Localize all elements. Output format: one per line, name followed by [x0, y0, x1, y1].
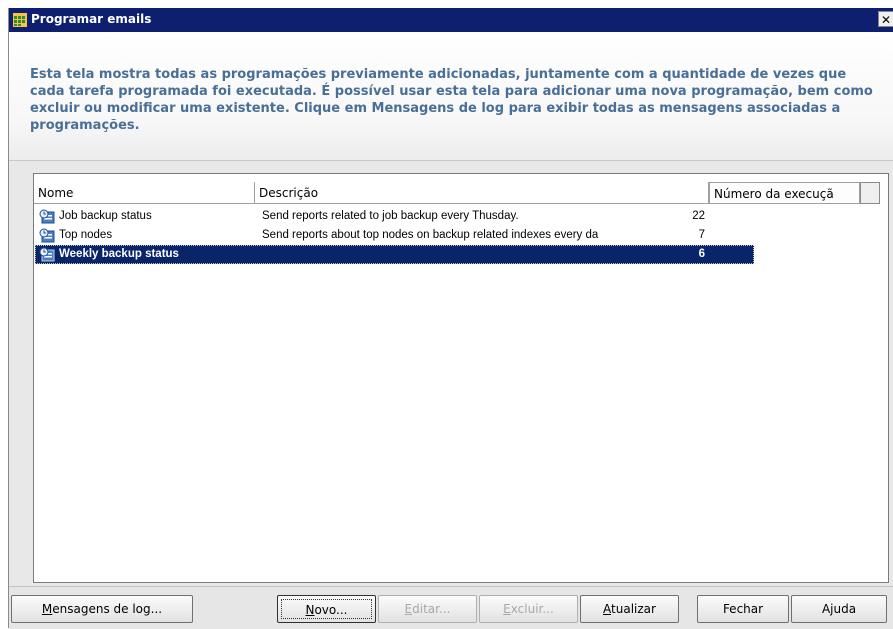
delete-button-label: xcluir...	[510, 602, 554, 616]
help-button[interactable]: Ajuda	[791, 595, 887, 623]
row-description: Send reports about top nodes on backup r…	[262, 229, 599, 241]
new-button[interactable]: Novo...	[277, 595, 376, 623]
list-header: Nome Descrição Número da execuçã	[34, 182, 888, 204]
banner-description: Esta tela mostra todas as programações p…	[30, 67, 873, 133]
refresh-button-mnemonic: A	[603, 602, 612, 616]
list-item-selected[interactable]: Weekly backup status 6	[35, 245, 754, 264]
scheduled-email-icon	[39, 228, 55, 243]
edit-button-mnemonic: E	[404, 602, 413, 616]
row-name: Weekly backup status	[59, 248, 179, 260]
row-run-count: 22	[692, 210, 705, 222]
list-item[interactable]: Job backup status Send reports related t…	[35, 207, 735, 226]
log-messages-button[interactable]: Mensagens de log...	[11, 595, 193, 623]
log-messages-button-mnemonic: M	[41, 602, 53, 616]
row-run-count: 7	[698, 229, 705, 241]
refresh-button[interactable]: Atualizar	[580, 595, 679, 623]
row-name: Top nodes	[59, 229, 113, 241]
edit-button-label: ditar...	[412, 602, 451, 616]
row-name: Job backup status	[59, 210, 152, 222]
calendar-grid-icon	[13, 13, 27, 27]
close-icon[interactable]: ✕	[878, 11, 893, 27]
column-header-run-count[interactable]: Número da execuçã	[709, 182, 860, 204]
delete-button-mnemonic: E	[503, 602, 511, 616]
scheduled-email-icon	[39, 209, 55, 224]
log-messages-button-label: ensagens de log...	[52, 602, 163, 616]
new-button-focus: Novo...	[281, 599, 372, 619]
close-button[interactable]: Fechar	[697, 595, 789, 623]
row-description: Send reports related to job backup every…	[262, 210, 519, 222]
column-header-description[interactable]: Descrição	[255, 182, 709, 204]
delete-button[interactable]: Excluir...	[479, 595, 578, 623]
button-bar: Mensagens de log... Novo... Editar... Ex…	[9, 586, 893, 629]
row-run-count: 6	[698, 248, 705, 260]
edit-button[interactable]: Editar...	[378, 595, 477, 623]
title-bar[interactable]: Programar emails ✕	[9, 8, 893, 32]
new-button-label: ovo...	[314, 603, 348, 617]
schedules-list[interactable]: Nome Descrição Número da execuçã Job bac…	[33, 173, 889, 583]
column-header-filler	[860, 182, 880, 204]
refresh-button-label: tualizar	[611, 602, 656, 616]
schedule-emails-dialog: Programar emails ✕ Esta tela mostra toda…	[8, 8, 893, 629]
header-banner: Esta tela mostra todas as programações p…	[9, 32, 893, 161]
scheduled-email-icon	[39, 247, 55, 262]
window-title: Programar emails	[31, 12, 152, 26]
list-item[interactable]: Top nodes Send reports about top nodes o…	[35, 226, 735, 245]
column-header-name[interactable]: Nome	[34, 182, 255, 204]
